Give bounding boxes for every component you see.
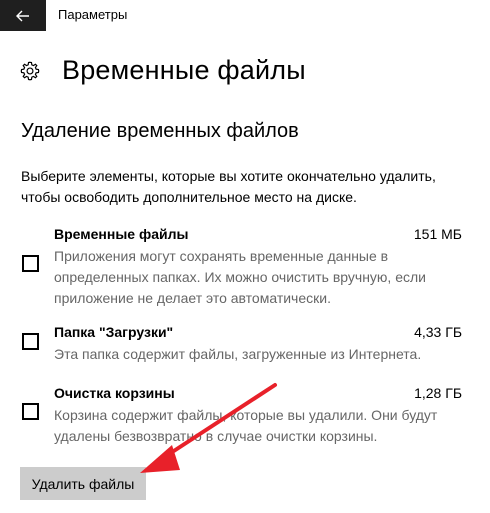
checkbox-downloads[interactable] (22, 333, 39, 350)
checkbox-recycle-bin[interactable] (22, 403, 39, 420)
checkbox-temp-files[interactable] (22, 255, 39, 272)
page-title: Временные файлы (62, 55, 306, 85)
section-description: Выберите элементы, которые вы хотите око… (21, 168, 436, 205)
item-description: Корзина содержит файлы, которые вы удали… (54, 407, 438, 444)
back-button[interactable] (0, 0, 46, 31)
delete-files-button[interactable]: Удалить файлы (20, 467, 146, 500)
item-size: 4,33 ГБ (414, 324, 462, 340)
item-name: Очистка корзины (54, 385, 175, 401)
title-bar: Параметры (0, 0, 490, 31)
back-arrow-icon (16, 10, 29, 21)
item-description: Приложения могут сохранять временные дан… (54, 248, 426, 306)
item-size: 151 МБ (413, 226, 462, 242)
page-header: Временные файлы (19, 55, 306, 86)
window-title: Параметры (58, 7, 128, 22)
item-description: Эта папка содержит файлы, загруженные из… (54, 346, 422, 362)
item-name: Временные файлы (54, 226, 189, 242)
item-name: Папка "Загрузки" (54, 324, 174, 340)
section-title: Удаление временных файлов (21, 120, 299, 142)
item-size: 1,28 ГБ (414, 385, 462, 401)
gear-icon (20, 61, 40, 80)
